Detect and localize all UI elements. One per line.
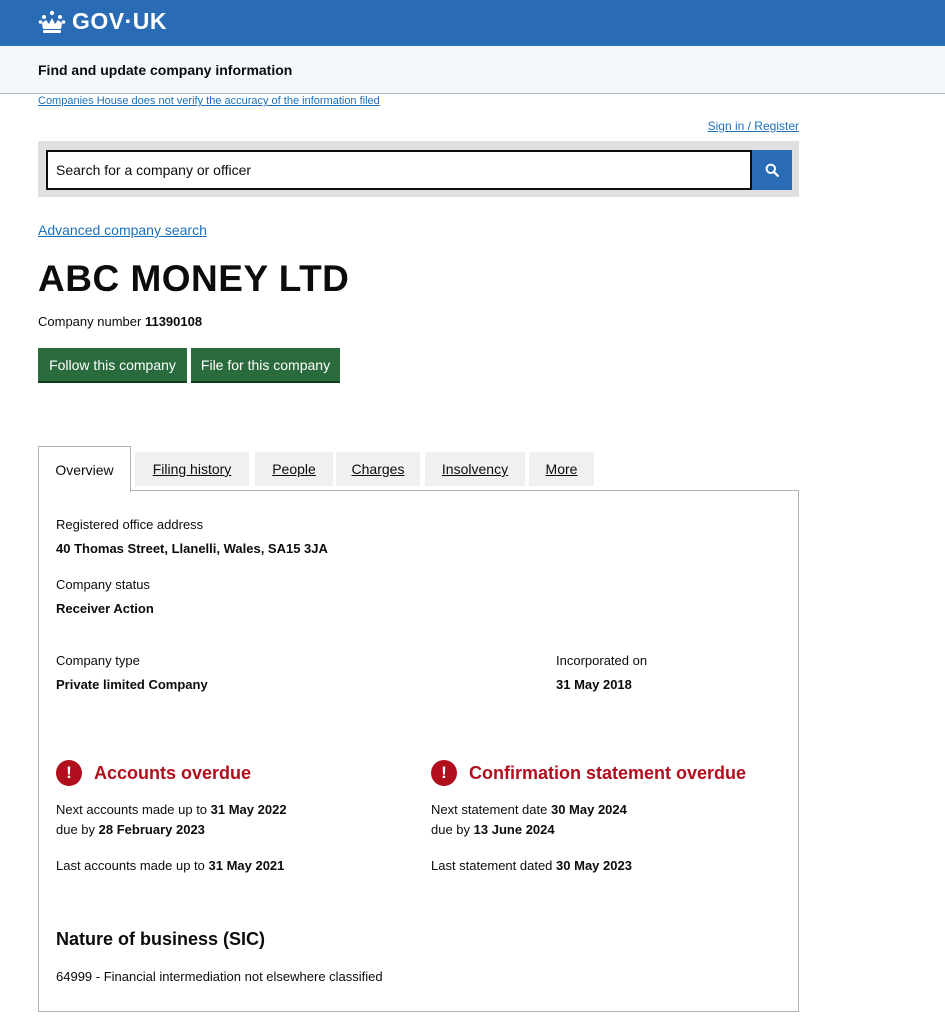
company-type-label: Company type bbox=[56, 653, 140, 668]
search-input[interactable] bbox=[46, 150, 752, 190]
incorporated-label: Incorporated on bbox=[556, 653, 648, 668]
search-button[interactable] bbox=[752, 150, 792, 190]
govuk-logo-text: GOV·UK bbox=[72, 8, 167, 34]
accounts-due-date: 28 February 2023 bbox=[98, 822, 205, 837]
confirmation-overdue-heading: ! Confirmation statement overdue bbox=[431, 760, 746, 786]
last-statement-date: 30 May 2023 bbox=[556, 858, 632, 873]
service-bar: Find and update company information bbox=[0, 46, 945, 94]
follow-company-button[interactable]: Follow this company bbox=[38, 348, 187, 381]
next-statement-line: Next statement date 30 May 2024 bbox=[431, 802, 627, 817]
exclamation-circle-icon: ! bbox=[431, 760, 457, 786]
accounts-due-line: due by 28 February 2023 bbox=[56, 822, 205, 837]
next-accounts-label: Next accounts made up to bbox=[56, 802, 208, 817]
company-status-label: Company status bbox=[56, 577, 150, 592]
company-number-value: 11390108 bbox=[144, 314, 203, 329]
last-statement-label: Last statement dated bbox=[431, 858, 553, 873]
accounts-due-label: due by bbox=[56, 822, 96, 837]
last-accounts-date: 31 May 2021 bbox=[208, 858, 285, 873]
tab-overview[interactable]: Overview bbox=[38, 446, 131, 492]
company-name: ABC MONEY LTD bbox=[38, 258, 350, 299]
confirmation-overdue-title: Confirmation statement overdue bbox=[469, 762, 747, 783]
exclamation-circle-icon: ! bbox=[56, 760, 82, 786]
tab-insolvency[interactable]: Insolvency bbox=[425, 452, 525, 486]
company-number: Company number 11390108 bbox=[38, 314, 202, 329]
incorporated-value: 31 May 2018 bbox=[556, 677, 632, 692]
tab-filing-history[interactable]: Filing history bbox=[135, 452, 249, 486]
next-accounts-line: Next accounts made up to 31 May 2022 bbox=[56, 802, 287, 817]
registered-office-value: 40 Thomas Street, Llanelli, Wales, SA15 … bbox=[56, 541, 328, 556]
next-accounts-date: 31 May 2022 bbox=[210, 802, 287, 817]
last-accounts-label: Last accounts made up to bbox=[56, 858, 205, 873]
search-bar bbox=[38, 141, 799, 197]
service-name[interactable]: Find and update company information bbox=[38, 62, 292, 78]
statement-due-date: 13 June 2024 bbox=[473, 822, 555, 837]
disclaimer-link[interactable]: Companies House does not verify the accu… bbox=[38, 95, 380, 107]
registered-office-label: Registered office address bbox=[56, 517, 204, 532]
statement-due-label: due by bbox=[431, 822, 471, 837]
search-icon bbox=[765, 163, 779, 177]
accounts-overdue-title: Accounts overdue bbox=[94, 762, 252, 783]
company-number-label: Company number bbox=[38, 314, 142, 329]
tab-charges[interactable]: Charges bbox=[336, 452, 420, 486]
last-statement-line: Last statement dated 30 May 2023 bbox=[431, 858, 632, 873]
company-status-value: Receiver Action bbox=[56, 601, 154, 616]
advanced-search-link[interactable]: Advanced company search bbox=[38, 222, 207, 238]
last-accounts-line: Last accounts made up to 31 May 2021 bbox=[56, 858, 284, 873]
sic-heading: Nature of business (SIC) bbox=[56, 929, 266, 949]
file-for-company-button[interactable]: File for this company bbox=[191, 348, 340, 381]
govuk-logo-link[interactable]: GOV·UK bbox=[38, 8, 167, 35]
next-statement-date: 30 May 2024 bbox=[550, 802, 627, 817]
accounts-overdue-heading: ! Accounts overdue bbox=[56, 760, 251, 786]
tab-more[interactable]: More bbox=[529, 452, 594, 486]
sign-in-link[interactable]: Sign in / Register bbox=[708, 119, 799, 133]
next-statement-label: Next statement date bbox=[431, 802, 548, 817]
overview-panel: Registered office address 40 Thomas Stre… bbox=[38, 490, 799, 1012]
govuk-header: GOV·UK bbox=[0, 0, 945, 46]
company-type-value: Private limited Company bbox=[56, 677, 208, 692]
tab-people[interactable]: People bbox=[255, 452, 333, 486]
statement-due-line: due by 13 June 2024 bbox=[431, 822, 555, 837]
crown-icon bbox=[38, 10, 66, 33]
sic-code-line: 64999 - Financial intermediation not els… bbox=[56, 969, 383, 984]
